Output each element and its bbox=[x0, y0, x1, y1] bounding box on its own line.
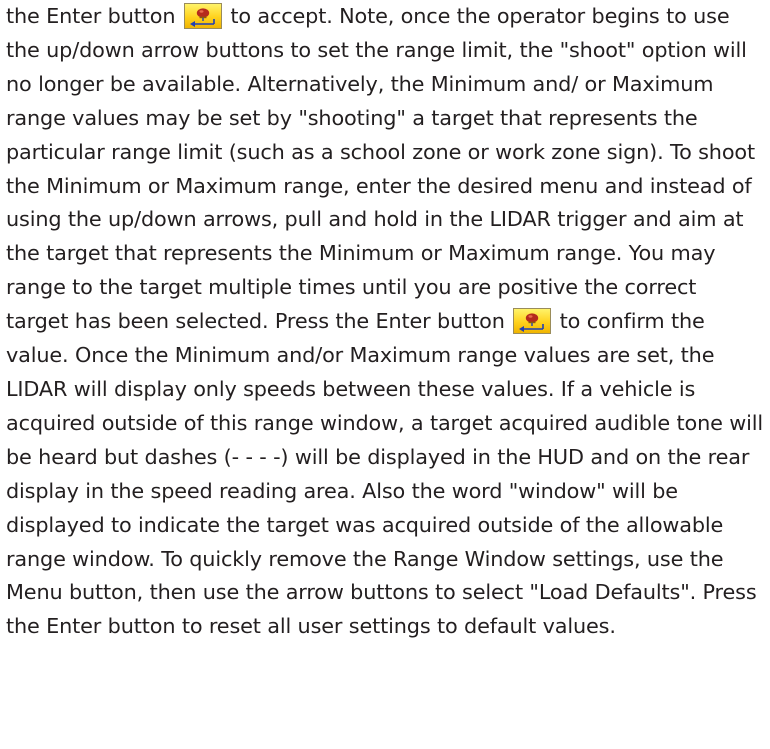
enter-button-icon bbox=[183, 3, 222, 29]
text-segment-1: the Enter button bbox=[6, 4, 176, 28]
text-segment-3: to confirm the value. Once the Minimum a… bbox=[6, 309, 763, 639]
text-segment-2: to accept. Note, once the operator begin… bbox=[6, 4, 755, 334]
enter-button-icon bbox=[513, 308, 552, 335]
manual-page: the Enter button to accept. Note, once t… bbox=[0, 0, 770, 749]
body-paragraph: the Enter button to accept. Note, once t… bbox=[6, 0, 764, 644]
